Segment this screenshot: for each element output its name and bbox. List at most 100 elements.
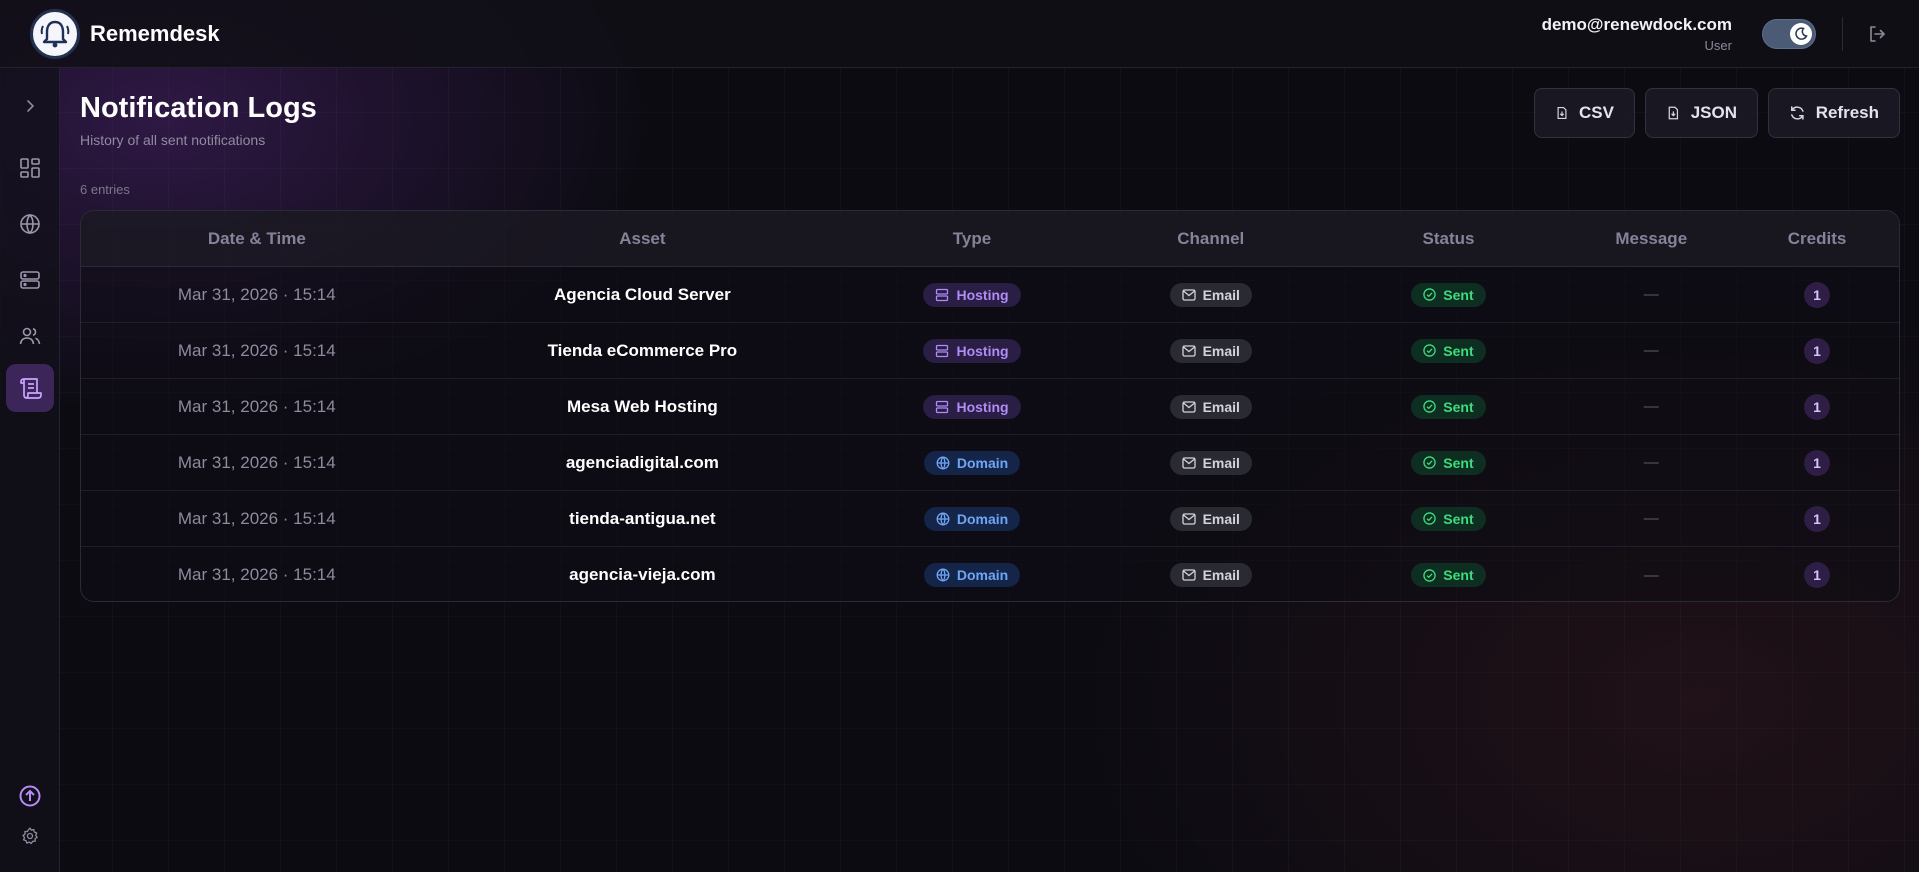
server-icon	[936, 344, 949, 357]
refresh-label: Refresh	[1815, 103, 1879, 122]
type-badge: Domain	[923, 563, 1021, 587]
globe-icon	[20, 213, 40, 235]
check-circle-icon	[1423, 400, 1437, 413]
csv-label: CSV	[1579, 103, 1614, 122]
channel-badge: Email	[1169, 506, 1252, 531]
credits-badge: 1	[1804, 449, 1831, 476]
sidebar-item-users[interactable]	[6, 312, 54, 360]
sidebar-item-dashboard[interactable]	[6, 144, 54, 192]
mail-icon	[1181, 512, 1196, 525]
table-row[interactable]: Mar 31, 2026 · 15:14 Tienda eCommerce Pr…	[81, 323, 1899, 379]
column-header-message[interactable]: Message	[1567, 229, 1735, 249]
file-download-icon	[1668, 106, 1679, 120]
row-message: —	[1643, 510, 1659, 527]
mail-icon	[1181, 344, 1196, 357]
table-row[interactable]: Mar 31, 2026 · 15:14 agenciadigital.com …	[81, 435, 1899, 491]
table-row[interactable]: Mar 31, 2026 · 15:14 Agencia Cloud Serve…	[81, 267, 1899, 323]
moon-icon	[1790, 22, 1812, 45]
row-asset: tienda-antigua.net	[569, 508, 716, 528]
row-message: —	[1643, 566, 1659, 584]
user-area: demo@renewdock.com User	[1542, 15, 1889, 53]
row-date: Mar 31, 2026 · 15:14	[177, 340, 336, 360]
action-toolbar: CSV JSON Refresh	[1534, 88, 1900, 138]
entries-count: 6 entries	[80, 182, 130, 197]
channel-badge: Email	[1169, 338, 1252, 363]
server-icon	[936, 288, 949, 301]
channel-badge: Email	[1169, 282, 1252, 307]
mail-icon	[1181, 456, 1196, 469]
check-circle-icon	[1423, 512, 1437, 525]
refresh-button[interactable]: Refresh	[1768, 88, 1900, 138]
bell-logo-icon	[30, 8, 80, 59]
json-label: JSON	[1690, 103, 1737, 122]
sidebar-item-domains[interactable]	[6, 200, 54, 248]
table-body: Mar 31, 2026 · 15:14 Agencia Cloud Serve…	[81, 267, 1899, 601]
credits-badge: 1	[1804, 337, 1831, 364]
column-header-date[interactable]: Date & Time	[81, 229, 433, 249]
column-header-credits[interactable]: Credits	[1735, 229, 1899, 249]
mail-icon	[1181, 400, 1196, 413]
check-circle-icon	[1423, 288, 1437, 301]
chevron-right-icon	[27, 100, 35, 112]
sidebar	[0, 68, 60, 872]
gear-icon	[22, 827, 38, 845]
row-asset: Agencia Cloud Server	[554, 284, 731, 304]
mail-icon	[1181, 288, 1196, 301]
table-row[interactable]: Mar 31, 2026 · 15:14 tienda-antigua.net …	[81, 491, 1899, 547]
check-circle-icon	[1423, 456, 1437, 469]
row-message: —	[1643, 286, 1659, 303]
status-badge: Sent	[1411, 450, 1486, 475]
scroll-icon	[20, 378, 42, 399]
sidebar-expand-button[interactable]	[6, 82, 54, 130]
export-json-button[interactable]: JSON	[1645, 88, 1758, 138]
users-icon	[19, 327, 41, 345]
credits-badge: 1	[1804, 281, 1831, 308]
table-header: Date & Time Asset Type Channel Status Me…	[81, 211, 1899, 267]
type-badge: Hosting	[923, 282, 1021, 307]
type-badge: Hosting	[923, 394, 1021, 419]
sidebar-item-notification-logs[interactable]	[6, 364, 54, 412]
credits-badge: 1	[1804, 505, 1831, 532]
column-header-status[interactable]: Status	[1330, 229, 1568, 249]
row-date: Mar 31, 2026 · 15:14	[177, 565, 336, 584]
theme-toggle[interactable]	[1762, 18, 1816, 49]
status-badge: Sent	[1411, 338, 1486, 363]
page-subtitle: History of all sent notifications	[80, 132, 266, 148]
user-email: demo@renewdock.com	[1541, 14, 1732, 34]
row-message: —	[1643, 342, 1659, 359]
column-header-type[interactable]: Type	[852, 229, 1092, 249]
row-asset: agenciadigital.com	[565, 452, 719, 472]
user-role: User	[1704, 37, 1732, 53]
credits-badge: 1	[1804, 393, 1831, 420]
channel-badge: Email	[1169, 394, 1252, 419]
server-icon	[936, 400, 949, 413]
globe-icon	[936, 455, 950, 470]
table-row[interactable]: Mar 31, 2026 · 15:14 agencia-vieja.com D…	[81, 547, 1899, 601]
row-message: —	[1643, 454, 1659, 471]
notification-logs-table: Date & Time Asset Type Channel Status Me…	[80, 210, 1900, 602]
column-header-channel[interactable]: Channel	[1092, 229, 1330, 249]
row-asset: Tienda eCommerce Pro	[547, 340, 738, 360]
mail-icon	[1181, 569, 1196, 581]
credits-badge: 1	[1804, 562, 1831, 588]
column-header-asset[interactable]: Asset	[433, 229, 853, 249]
type-badge: Hosting	[923, 338, 1021, 363]
check-circle-icon	[1423, 344, 1437, 357]
sidebar-settings-button[interactable]	[6, 812, 54, 860]
status-badge: Sent	[1411, 282, 1486, 307]
server-icon	[20, 271, 40, 289]
header-divider	[1842, 16, 1843, 51]
row-date: Mar 31, 2026 · 15:14	[177, 508, 336, 528]
check-circle-icon	[1423, 568, 1437, 582]
channel-badge: Email	[1169, 450, 1252, 475]
type-badge: Domain	[923, 450, 1021, 475]
export-csv-button[interactable]: CSV	[1534, 88, 1635, 138]
row-asset: agencia-vieja.com	[569, 565, 716, 584]
logout-icon[interactable]	[1865, 22, 1889, 46]
table-row[interactable]: Mar 31, 2026 · 15:14 Mesa Web Hosting Ho…	[81, 379, 1899, 435]
sidebar-item-hosting[interactable]	[6, 256, 54, 304]
type-badge: Domain	[923, 506, 1021, 531]
status-badge: Sent	[1411, 394, 1486, 419]
page-title: Notification Logs	[80, 92, 317, 124]
brand[interactable]: Rememdesk	[30, 8, 220, 59]
